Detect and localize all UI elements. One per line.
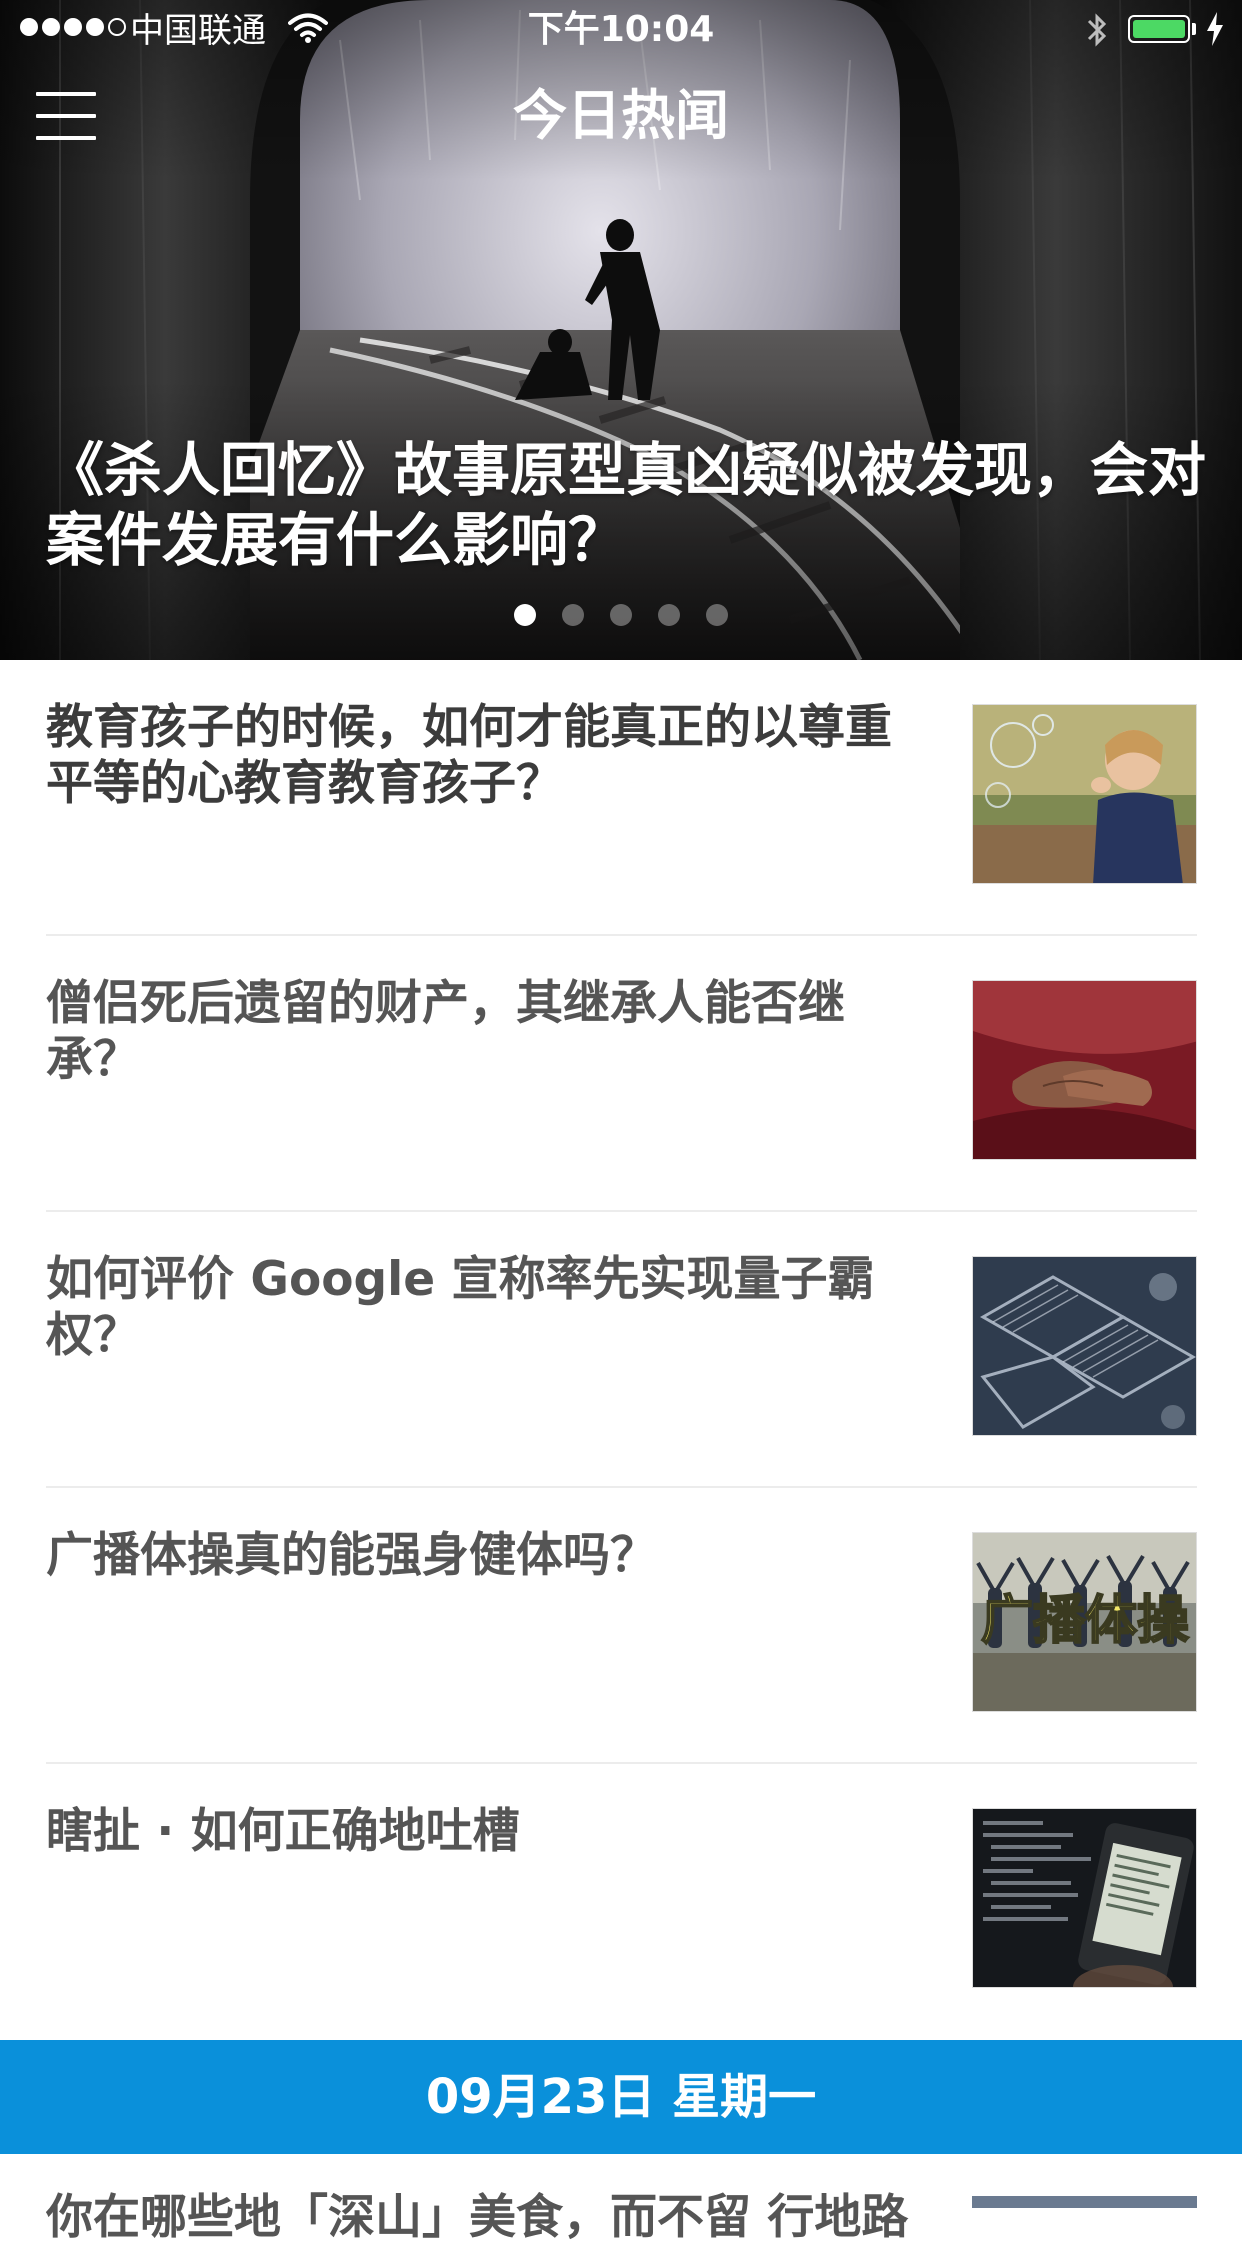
story-item[interactable]: 教育孩子的时候，如何才能真正的以尊重平等的心教育教育孩子？ [46,660,1197,936]
exercise-crowd-image: 广播体操 [973,1533,1196,1711]
story-thumbnail [972,704,1197,884]
story-title: 广播体操真的能强身健体吗？ [46,1528,657,1583]
phone-code-image [973,1809,1196,1987]
charging-bolt-icon [1207,12,1223,46]
hero-headline[interactable]: 《杀人回忆》故事原型真凶疑似被发现，会对案件发展有什么影响？ [46,435,1206,575]
bluetooth-icon [1087,13,1107,47]
monk-hands-image [973,981,1196,1159]
hero-banner[interactable]: 中国联通 下午10:04 今日热闻 《杀人回忆》故事原型真凶疑似被发现，会对案件… [0,0,1242,660]
child-bubbles-image [973,705,1196,883]
story-thumbnail: 广播体操 [972,1532,1197,1712]
thumbnail-caption: 广播体操 [981,1591,1189,1651]
battery-level-fill [1133,20,1185,38]
page-dot[interactable] [706,604,728,626]
carousel-page-indicator[interactable] [0,604,1242,626]
page-dot[interactable] [610,604,632,626]
battery-tip [1192,23,1196,35]
story-thumbnail [972,1256,1197,1436]
story-title: 如何评价 Google 宣称率先实现量子霸权？ [46,1252,875,1363]
story-item[interactable]: 如何评价 Google 宣称率先实现量子霸权？ [46,1212,1197,1488]
story-title: 僧侣死后遗留的财产，其继承人能否继承？ [46,976,845,1087]
page-dot[interactable] [562,604,584,626]
story-title-partial[interactable]: 你在哪些地「深山」美食，而不留 行地路 [46,2190,926,2246]
story-title: 教育孩子的时候，如何才能真正的以尊重平等的心教育教育孩子？ [46,700,892,811]
story-thumbnail [972,1808,1197,1988]
story-title: 瞎扯 · 如何正确地吐槽 [46,1804,520,1859]
page-dot[interactable] [514,604,536,626]
date-section-header: 09月23日 星期一 [0,2040,1242,2154]
battery-icon [1128,15,1190,43]
page-dot[interactable] [658,604,680,626]
story-item[interactable]: 瞎扯 · 如何正确地吐槽 [46,1764,1197,2040]
quantum-chip-image [973,1257,1196,1435]
story-item[interactable]: 僧侣死后遗留的财产，其继承人能否继承？ [46,936,1197,1212]
story-item[interactable]: 广播体操真的能强身健体吗？ 广播体操 [46,1488,1197,1764]
status-time: 下午10:04 [527,9,715,50]
story-thumbnail [972,980,1197,1160]
page-title: 今日热闻 [513,84,729,147]
story-thumbnail-partial [972,2196,1197,2208]
status-bar: 中国联通 下午10:04 [0,0,1242,60]
